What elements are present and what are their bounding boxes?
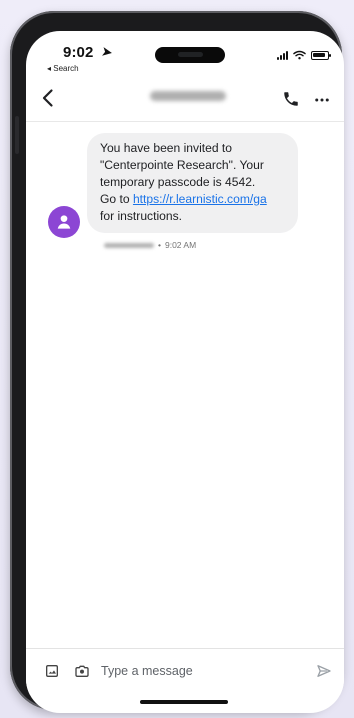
- sender-number-blurred: [104, 242, 154, 248]
- message-composer: [26, 648, 344, 695]
- send-button[interactable]: [315, 662, 333, 680]
- message-line-2: "Centerpointe Research". Your: [100, 158, 264, 172]
- status-icons: [277, 50, 331, 60]
- signal-icon: [277, 50, 288, 60]
- message-line-4: Go to https://r.learnistic.com/ga: [100, 191, 286, 208]
- contact-name-blurred: [150, 91, 226, 101]
- back-to-search-link[interactable]: ◂ Search: [47, 64, 79, 73]
- chevron-left-icon: [42, 89, 53, 107]
- volume-button: [15, 116, 19, 154]
- incoming-message-bubble[interactable]: You have been invited to "Centerpointe R…: [87, 133, 298, 233]
- person-icon: [57, 215, 71, 229]
- message-thread: You have been invited to "Centerpointe R…: [26, 122, 344, 645]
- more-options-button[interactable]: [313, 91, 331, 109]
- location-arrow-icon: ➤: [100, 44, 114, 60]
- status-time: 9:02 ➤: [63, 44, 114, 61]
- home-indicator[interactable]: [140, 700, 228, 704]
- gallery-button[interactable]: [44, 663, 60, 679]
- more-horizontal-icon: [315, 98, 329, 102]
- message-input[interactable]: [101, 660, 304, 682]
- contact-avatar[interactable]: [48, 206, 80, 238]
- message-metadata: • 9:02 AM: [104, 240, 196, 250]
- link-prefix-text: Go to: [100, 192, 133, 206]
- phone-icon: [284, 92, 298, 106]
- phone-frame: 9:02 ➤ ◂ Search You have been invited to…: [10, 11, 344, 713]
- send-icon: [317, 665, 331, 677]
- image-icon: [46, 665, 58, 677]
- wifi-icon: [293, 50, 306, 60]
- message-line-5: for instructions.: [100, 209, 182, 223]
- call-button[interactable]: [282, 90, 300, 108]
- battery-icon: [311, 50, 331, 60]
- phone-screen: 9:02 ➤ ◂ Search You have been invited to…: [26, 31, 344, 713]
- time-text: 9:02: [63, 44, 94, 61]
- dynamic-island: [155, 47, 225, 63]
- instructions-link[interactable]: https://r.learnistic.com/ga: [133, 192, 267, 206]
- conversation-header: [26, 79, 344, 122]
- message-line-3: temporary passcode is 4542.: [100, 175, 256, 189]
- back-button[interactable]: [36, 86, 60, 110]
- message-line-1: You have been invited to: [100, 141, 233, 155]
- screenshot-background: 9:02 ➤ ◂ Search You have been invited to…: [0, 0, 354, 718]
- status-bar: 9:02 ➤ ◂ Search: [26, 31, 344, 79]
- camera-button[interactable]: [74, 663, 90, 679]
- separator-dot: •: [158, 240, 161, 250]
- message-time: 9:02 AM: [164, 240, 197, 250]
- camera-icon: [75, 665, 89, 677]
